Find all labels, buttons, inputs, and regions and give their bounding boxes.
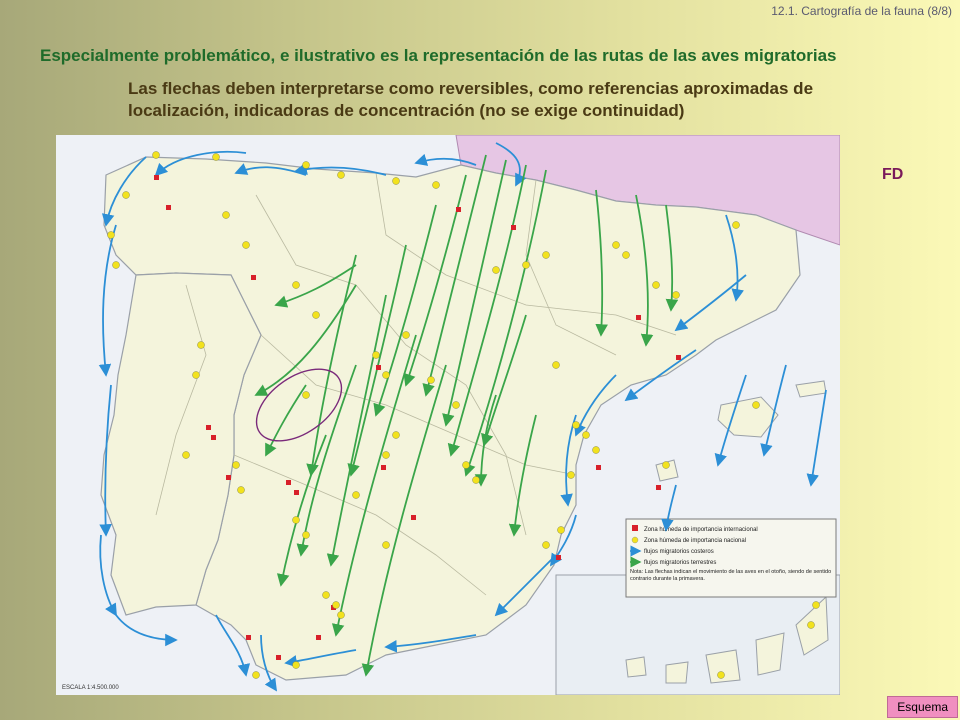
legend-item-international: Zona húmeda de importancia internacional	[644, 527, 758, 533]
slide-title: Especialmente problemático, e ilustrativ…	[40, 46, 837, 65]
legend-red-square-icon	[632, 525, 638, 531]
section-reference: 12.1. Cartografía de la fauna (8/8)	[771, 4, 952, 18]
legend-yellow-circle-icon	[631, 536, 639, 544]
fd-label: FD	[882, 166, 904, 183]
legend-note: Nota: Las flechas indican el movimiento …	[630, 569, 831, 582]
bird-migration-map: Zona húmeda de importancia internacional…	[56, 135, 840, 695]
map-legend: Zona húmeda de importancia internacional…	[625, 518, 837, 598]
esquema-button[interactable]: Esquema	[887, 696, 958, 718]
legend-item-inland: flujos migratorios terrestres	[644, 560, 716, 566]
legend-item-national: Zona húmeda de importancia nacional	[644, 538, 746, 544]
slide-subtitle: Las flechas deben interpretarse como rev…	[128, 79, 814, 120]
map-scale-label: ESCALA 1:4.500.000	[62, 685, 119, 691]
legend-item-coastal: flujos migratorios costeros	[644, 549, 714, 555]
